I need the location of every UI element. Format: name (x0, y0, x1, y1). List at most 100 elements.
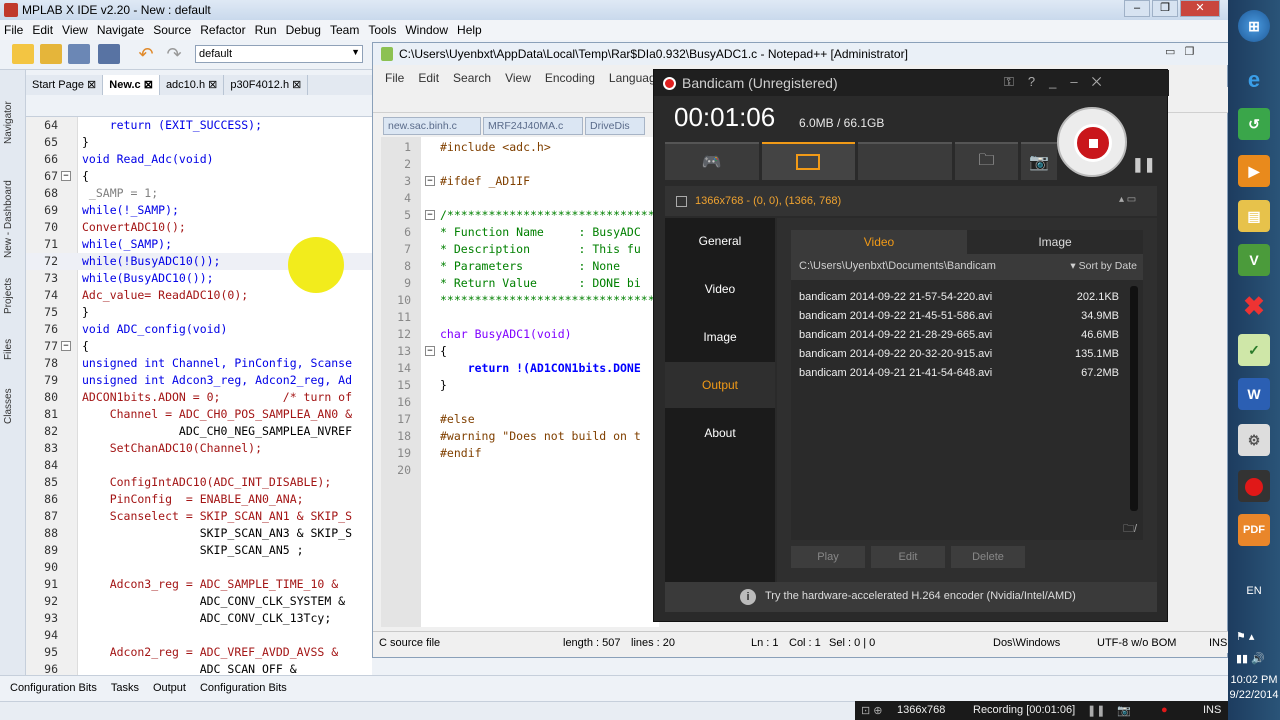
subtab-image[interactable]: Image (967, 230, 1143, 254)
menu-source[interactable]: Source (153, 23, 191, 40)
fold-toggle-icon[interactable]: − (425, 210, 435, 220)
delete-button[interactable]: Delete (951, 546, 1025, 568)
bandicam-window-controls[interactable]: ⚿?_–✕ (1004, 74, 1116, 90)
tab-output[interactable]: Output (153, 682, 186, 695)
npp-menu-encoding[interactable]: Encoding (545, 71, 595, 87)
nav-image[interactable]: Image (665, 314, 775, 360)
side-tab-dashboard[interactable]: New - Dashboard (3, 158, 23, 258)
tab-configuration-bits[interactable]: Configuration Bits (10, 682, 97, 695)
app-chart-icon[interactable]: ✓ (1238, 334, 1270, 366)
media-player-icon[interactable]: ▶ (1238, 155, 1270, 187)
file-row[interactable]: bandicam 2014-09-22 20-32-20-915.avi 135.… (799, 345, 1119, 364)
npp-menu-file[interactable]: File (385, 71, 404, 87)
side-tab-navigator[interactable]: Navigator (3, 84, 23, 144)
nav-video[interactable]: Video (665, 266, 775, 312)
app-green-icon[interactable]: ↺ (1238, 108, 1270, 140)
device-mode-button[interactable] (858, 142, 952, 180)
npp-code-editor[interactable]: 1 #include <adc.h> 2 3− #ifdef _AD1IF 4 5−/***… (381, 137, 659, 627)
npp-menu-search[interactable]: Search (453, 71, 491, 87)
menu-file[interactable]: File (4, 23, 23, 40)
redo-icon[interactable]: ↷ (163, 44, 185, 64)
explorer-icon[interactable]: ▤ (1238, 200, 1270, 232)
clock[interactable]: 10:02 PM 9/22/2014 (1228, 673, 1280, 703)
configuration-select[interactable]: default ▼ (195, 45, 363, 63)
edit-button[interactable]: Edit (871, 546, 945, 568)
subtab-video[interactable]: Video (791, 230, 967, 254)
open-folder-icon[interactable]: 🗀/ (1123, 520, 1137, 539)
fold-toggle-icon[interactable]: − (425, 176, 435, 186)
npp-menu-edit[interactable]: Edit (418, 71, 439, 87)
fold-toggle-icon[interactable]: − (61, 341, 71, 351)
npp-tab-3[interactable]: DriveDis (585, 117, 645, 135)
bandicam-taskbar-icon[interactable] (1238, 470, 1270, 502)
bar-camera-icon[interactable]: 📷 (1117, 704, 1131, 717)
file-row[interactable]: bandicam 2014-09-22 21-28-29-665.avi 46.6… (799, 326, 1119, 345)
menu-view[interactable]: View (62, 23, 88, 40)
bandicam-footer[interactable]: i Try the hardware-accelerated H.264 enc… (665, 582, 1157, 612)
menu-refactor[interactable]: Refactor (200, 23, 245, 40)
side-tab-projects[interactable]: Projects (3, 254, 23, 314)
area-checkbox[interactable] (676, 196, 687, 207)
new-file-icon[interactable] (12, 44, 34, 64)
record-stop-button[interactable] (1057, 107, 1127, 177)
language-indicator[interactable]: EN (1228, 585, 1280, 597)
npp-window-controls[interactable]: ▭ ❐ (1165, 45, 1194, 58)
save-icon[interactable] (68, 44, 90, 64)
menu-tools[interactable]: Tools (368, 23, 396, 40)
tab-p30f4012-h[interactable]: p30F4012.h ⊠ (224, 75, 309, 95)
play-button[interactable]: Play (791, 546, 865, 568)
nav-output[interactable]: Output (665, 362, 775, 408)
sort-dropdown[interactable]: ▾ Sort by Date (1070, 260, 1137, 272)
nav-about[interactable]: About (665, 410, 775, 456)
pdf-icon[interactable]: PDF (1238, 514, 1270, 546)
nav-general[interactable]: General (665, 218, 775, 264)
app-v-icon[interactable]: V (1238, 244, 1270, 276)
tab-adc10-h[interactable]: adc10.h ⊠ (160, 75, 225, 95)
npp-tab-2[interactable]: MRF24J40MA.c (483, 117, 583, 135)
undo-icon[interactable]: ↶ (135, 44, 157, 64)
close-button[interactable]: ✕ (1180, 0, 1220, 17)
file-row[interactable]: bandicam 2014-09-22 21-57-54-220.avi 202.… (799, 288, 1119, 307)
ie-icon[interactable]: e (1238, 64, 1270, 96)
file-row[interactable]: bandicam 2014-09-21 21-41-54-648.avi 67.2… (799, 364, 1119, 383)
mplab-code-editor[interactable]: 64 return (EXIT_SUCCESS); 65} 66 void Read_… (26, 117, 372, 675)
npp-tab-1[interactable]: new.sac.binh.c (383, 117, 481, 135)
app-gear-icon[interactable]: ⚙ (1238, 424, 1270, 456)
npp-menu-view[interactable]: View (505, 71, 531, 87)
side-tab-classes[interactable]: Classes (3, 374, 23, 424)
start-button-icon[interactable]: ⊞ (1238, 10, 1270, 42)
camera-icon[interactable]: 📷 (1021, 142, 1058, 180)
menu-help[interactable]: Help (457, 23, 482, 40)
pause-icon[interactable]: ❚❚ (1132, 156, 1155, 173)
tab-new-c[interactable]: New.c ⊠ (103, 75, 160, 95)
maximize-button[interactable]: ❐ (1152, 0, 1178, 17)
file-list-scrollbar[interactable] (1130, 286, 1138, 511)
capture-area[interactable]: 1366x768 - (0, 0), (1366, 768) (665, 186, 1157, 216)
open-project-icon[interactable] (40, 44, 62, 64)
screen-mode-icon[interactable] (761, 142, 856, 180)
menu-edit[interactable]: Edit (32, 23, 53, 40)
fold-toggle-icon[interactable]: − (425, 346, 435, 356)
tray-network-icon[interactable]: ▮▮ 🔊 (1236, 652, 1265, 665)
tab-start-page[interactable]: Start Page ⊠ (26, 75, 104, 95)
game-mode-icon[interactable]: 🎮 (665, 142, 759, 180)
side-tab-files[interactable]: Files (3, 320, 23, 360)
area-expand-icon[interactable]: ▴ ▭ (1119, 194, 1136, 205)
menu-run[interactable]: Run (255, 23, 277, 40)
tray-flag-icon[interactable]: ⚑ ▴ (1236, 630, 1254, 643)
tab-tasks[interactable]: Tasks (111, 682, 139, 695)
bar-record-icon[interactable]: ● (1161, 704, 1168, 716)
tab-configuration-bits-2[interactable]: Configuration Bits (200, 682, 287, 695)
save-all-icon[interactable] (98, 44, 120, 64)
app-red-x-icon[interactable]: ✖ (1238, 290, 1270, 322)
fold-toggle-icon[interactable]: − (61, 171, 71, 181)
bar-icons[interactable]: ⊡ ⊕ (861, 704, 883, 717)
menu-team[interactable]: Team (330, 23, 359, 40)
word-icon[interactable]: W (1238, 378, 1270, 410)
minimize-button[interactable]: – (1124, 0, 1150, 17)
menu-debug[interactable]: Debug (286, 23, 321, 40)
bar-pause-icon[interactable]: ❚❚ (1087, 704, 1105, 717)
file-row[interactable]: bandicam 2014-09-22 21-45-51-586.avi 34.9… (799, 307, 1119, 326)
menu-window[interactable]: Window (405, 23, 448, 40)
folder-icon[interactable]: 🗀 (954, 142, 1019, 180)
